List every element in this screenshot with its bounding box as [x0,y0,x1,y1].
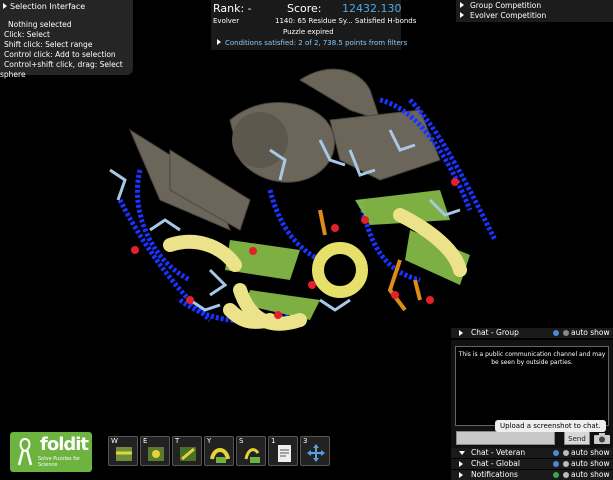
expand-arrow-icon [460,2,464,8]
helix-ring-yellow [312,242,368,298]
selection-help-text: Nothing selected Click: Select Shift cli… [0,20,123,80]
auto-show-label[interactable]: auto show [571,328,610,338]
logo-brand: foldit [40,434,89,455]
foldit-logo[interactable]: foldit Solve Puzzles for Science [10,432,92,472]
info-icon[interactable] [553,450,559,456]
evolver-competition-item[interactable]: Evolver Competition [460,11,546,20]
collapse-arrow-icon[interactable] [3,3,7,9]
sidechain-all-button[interactable]: S [236,436,266,466]
notes-button[interactable]: 1 [268,436,298,466]
collapse-arrow-icon [459,451,465,455]
wiggle-all-icon [116,447,132,461]
info-icon[interactable] [553,461,559,467]
puzzle-status: Puzzle expired [283,28,334,36]
info-icon[interactable] [553,330,559,336]
shake-all-button[interactable]: E [140,436,170,466]
rebuild-all-icon [210,448,230,463]
score-panel: Rank: - Score: 12432.130 Evolver 1140: 6… [211,0,416,50]
close-icon[interactable] [563,472,569,478]
chat-message-area[interactable]: This is a public communication channel a… [455,346,609,426]
player-mode: Evolver [213,17,240,25]
channel-label: Notifications [471,470,518,479]
expand-arrow-icon [459,472,463,478]
selection-line: Control click: Add to selection [4,50,116,59]
chat-group-label: Chat - Group [471,328,519,337]
selection-interface-header[interactable]: Selection Interface [3,2,85,11]
expand-arrow-icon [460,12,464,18]
bell-icon[interactable] [563,461,569,467]
loop-ring-gray [232,112,288,168]
camera-icon[interactable] [593,432,611,444]
chat-veteran-header[interactable]: Chat - Veteran auto show [451,448,613,458]
chat-group-header[interactable]: Chat - Group auto show [451,328,613,338]
screenshot-tooltip: Upload a screenshot to chat. [495,420,606,432]
rank-label: Rank: - [213,2,252,15]
selection-line: Shift click: Select range [4,40,93,49]
shake-all-icon [148,447,164,461]
expand-arrow-icon [459,461,463,467]
channel-label: Chat - Veteran [471,448,526,457]
competition-label: Group Competition [470,1,542,10]
bell-icon[interactable] [563,330,569,336]
puzzle-title: 1140: 65 Residue Sy... Satisfied H-bonds [275,17,417,25]
chat-global-header[interactable]: Chat - Global auto show [451,459,613,469]
selection-line: Click: Select [4,30,50,39]
sidechain-all-icon [244,448,260,463]
conditions-text: Conditions satisfied: 2 of 2, 738.5 poin… [225,39,408,47]
selection-line: Nothing selected [8,20,72,29]
group-competition-item[interactable]: Group Competition [460,1,541,10]
expand-arrow-icon [217,39,221,45]
score-label: Score: [287,2,322,15]
chat-input[interactable] [456,431,555,445]
notifications-header[interactable]: Notifications auto show [451,470,613,480]
notes-icon [278,445,291,462]
move-button[interactable]: 3 [300,436,330,466]
auto-show-label[interactable]: auto show [571,459,610,469]
rebuild-all-button[interactable]: Y [204,436,234,466]
auto-show-label[interactable]: auto show [571,448,610,458]
tweak-all-button[interactable]: T [172,436,202,466]
competition-panel: Group Competition Evolver Competition [456,0,613,22]
auto-show-label[interactable]: auto show [571,470,610,480]
ribbon-icon [17,437,33,466]
channel-label: Chat - Global [471,459,520,468]
send-button[interactable]: Send [564,431,590,445]
tweak-all-icon [180,447,196,461]
conditions-toggle[interactable]: Conditions satisfied: 2 of 2, 738.5 poin… [217,39,407,47]
wiggle-all-button[interactable]: W [108,436,138,466]
logo-tagline: Solve Puzzles for Science [38,456,81,468]
chat-notice: This is a public communication channel a… [458,351,606,366]
selection-interface-panel: Selection Interface Nothing selected Cli… [0,0,133,79]
expand-arrow-icon [459,330,463,336]
selection-line: Control+shift click, drag: Select [4,60,123,69]
move-icon [307,444,325,462]
bell-icon[interactable] [563,450,569,456]
info-icon[interactable] [553,472,559,478]
score-value: 12432.130 [342,2,402,15]
competition-label: Evolver Competition [470,11,547,20]
selection-interface-title: Selection Interface [10,2,86,11]
selection-line: sphere [0,70,26,79]
